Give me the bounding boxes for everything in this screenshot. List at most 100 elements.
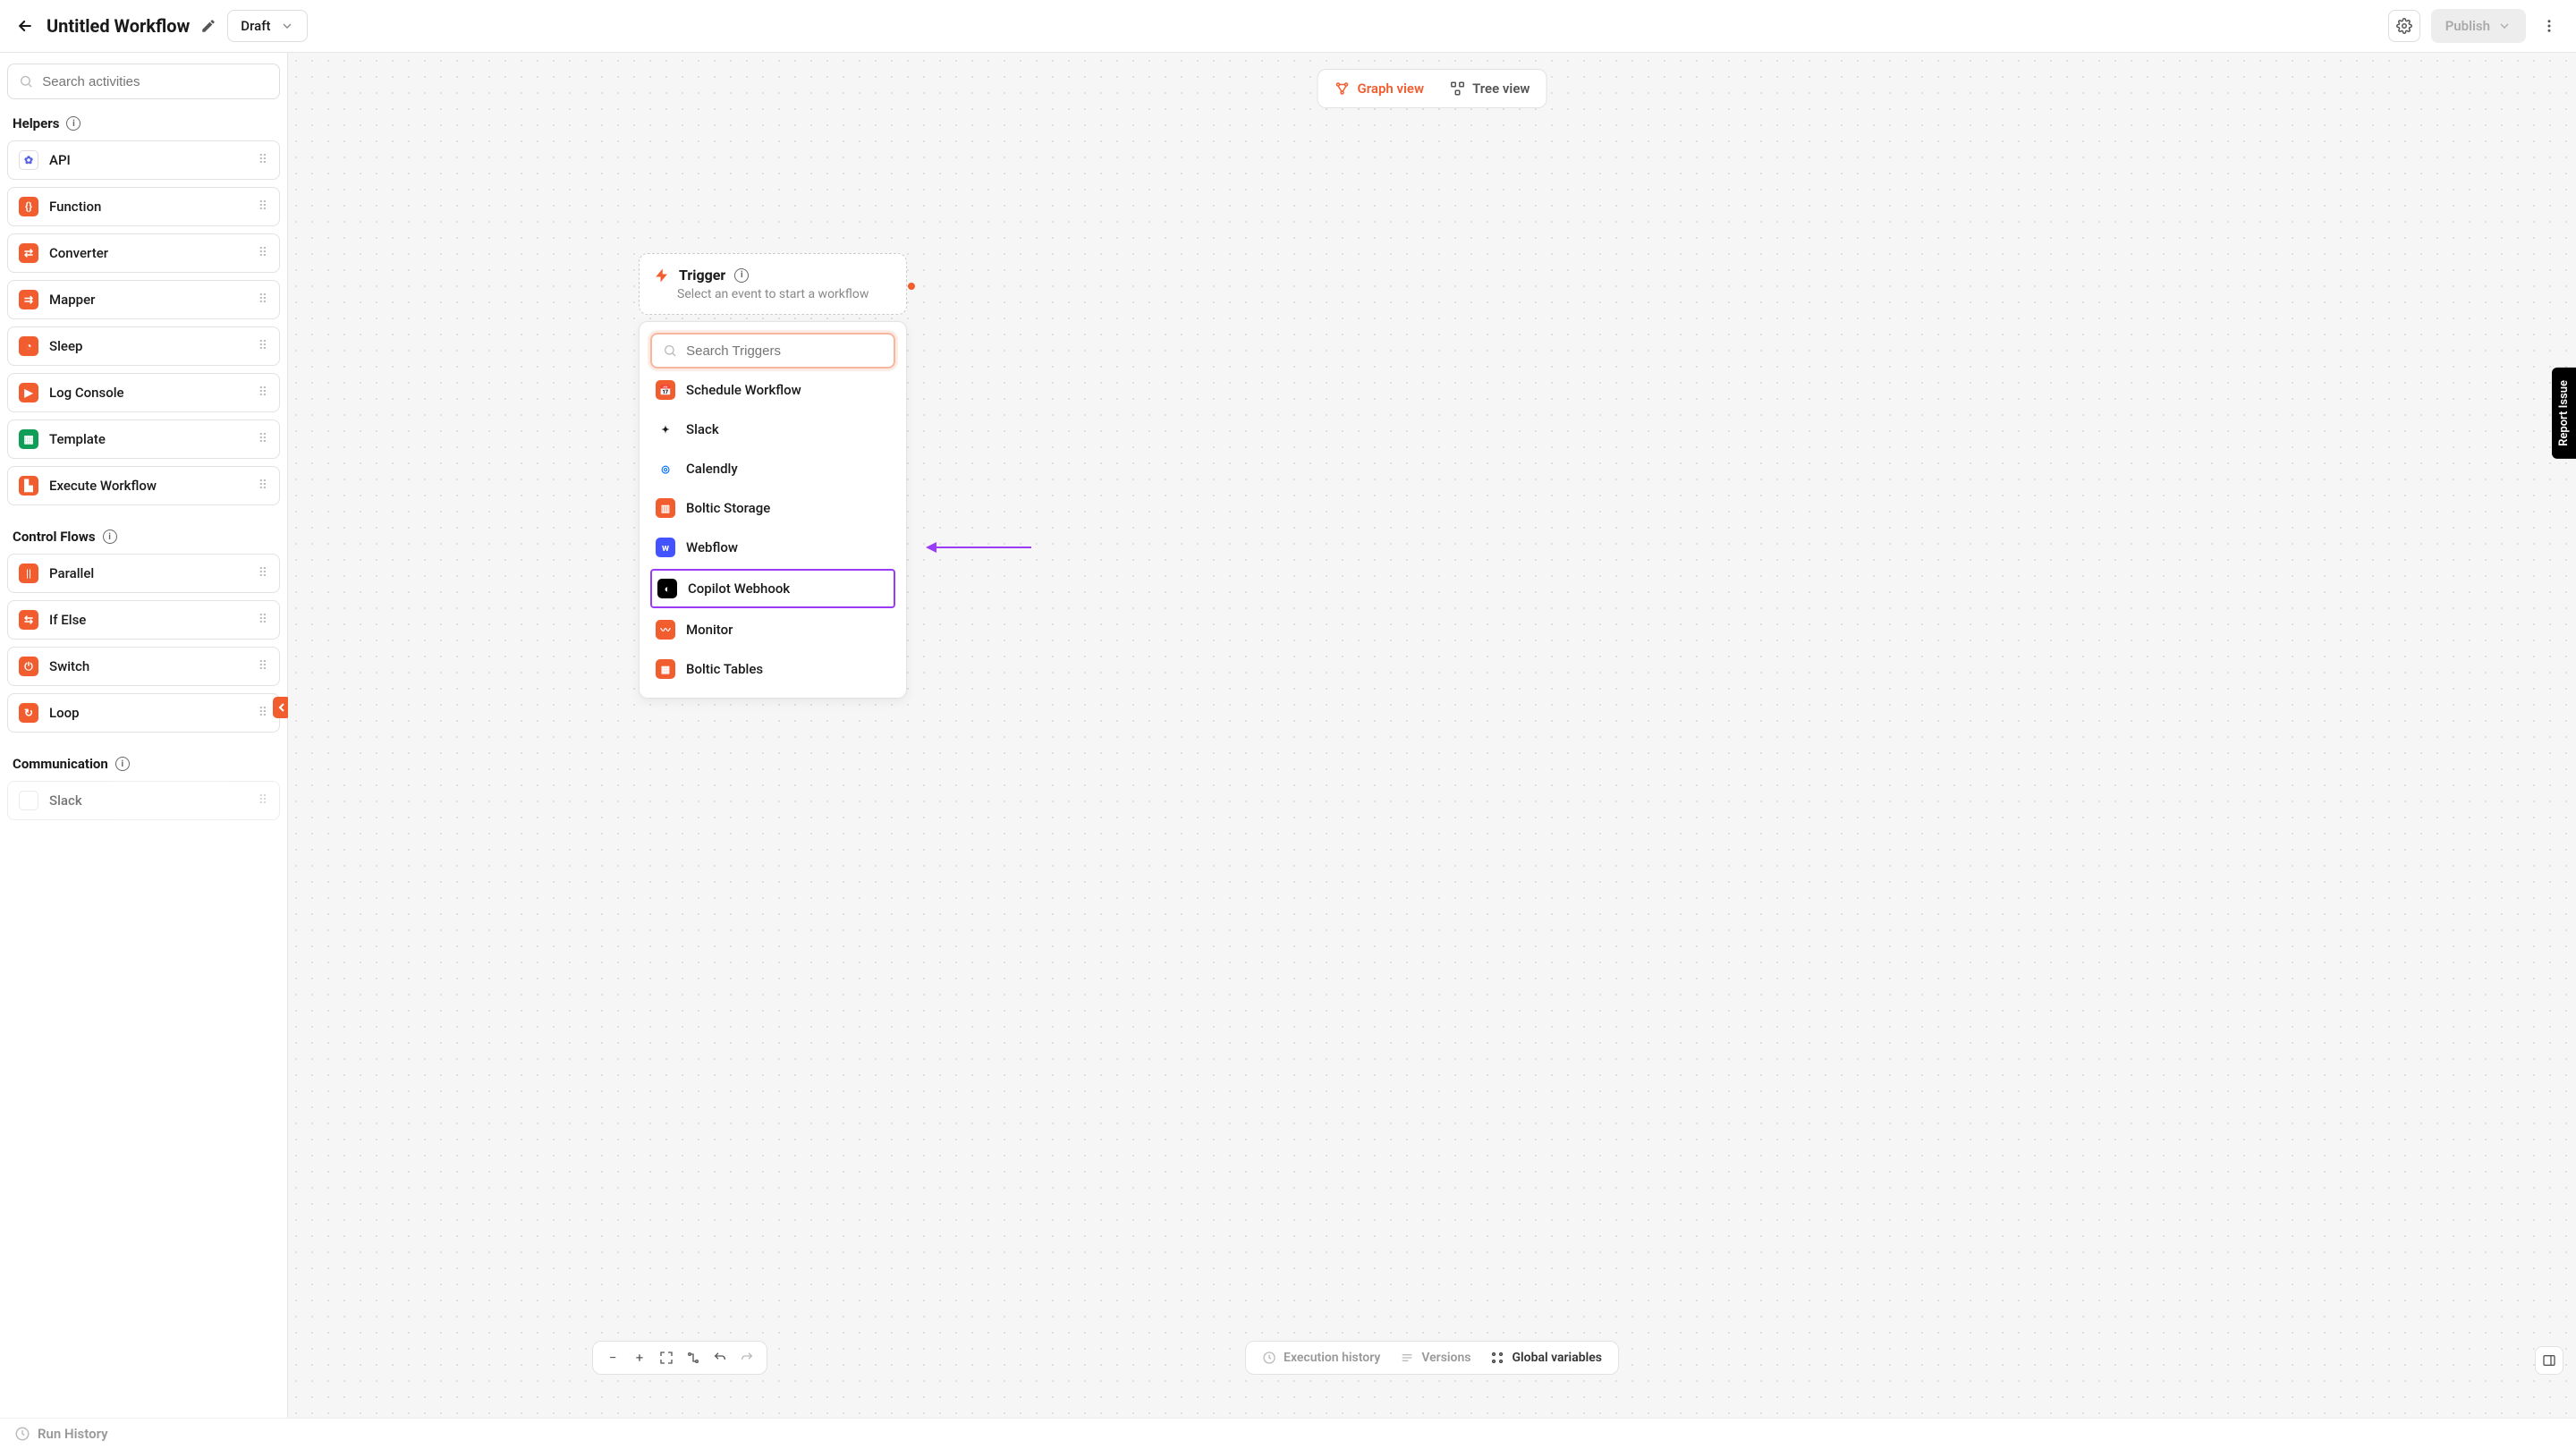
publish-label: Publish xyxy=(2445,18,2490,34)
run-history-button[interactable]: Run History xyxy=(38,1426,108,1442)
drag-handle-icon[interactable]: ⠿ xyxy=(258,339,268,353)
edit-title-button[interactable] xyxy=(200,18,216,34)
activity-mapper[interactable]: ⇉ Mapper ⠿ xyxy=(7,280,280,319)
global-variables-button[interactable]: Global variables xyxy=(1490,1351,1601,1365)
versions-icon xyxy=(1400,1351,1414,1365)
more-menu-button[interactable] xyxy=(2537,10,2562,42)
activity-converter[interactable]: ⇄ Converter ⠿ xyxy=(7,233,280,273)
view-toggle: Graph view Tree view xyxy=(1318,69,1547,108)
activity-switch[interactable]: ⏻ Switch ⠿ xyxy=(7,647,280,686)
converter-icon: ⇄ xyxy=(19,243,38,263)
drag-handle-icon[interactable]: ⠿ xyxy=(258,793,268,808)
section-control-flows-label: Control Flows xyxy=(13,529,96,545)
search-triggers-input[interactable] xyxy=(686,343,883,359)
info-icon[interactable]: i xyxy=(734,268,749,283)
template-icon: ▦ xyxy=(19,429,38,449)
activity-slack[interactable]: ✦ Slack ⠿ xyxy=(7,781,280,820)
layout-button[interactable] xyxy=(682,1347,704,1368)
activity-log-console[interactable]: ▶ Log Console ⠿ xyxy=(7,373,280,412)
monitor-icon: 〰 xyxy=(656,620,675,640)
activity-sleep[interactable]: ◔ Sleep ⠿ xyxy=(7,326,280,366)
footer: Run History xyxy=(0,1418,2576,1449)
loop-icon: ↻ xyxy=(19,703,38,723)
settings-button[interactable] xyxy=(2388,10,2420,42)
zoom-in-button[interactable]: + xyxy=(629,1347,650,1368)
trigger-option-calendly[interactable]: ◎ Calendly xyxy=(650,451,895,487)
trigger-picker-popup: 📅 Schedule Workflow ✦ Slack ◎ Calendly ▥… xyxy=(639,321,907,699)
info-icon[interactable]: i xyxy=(103,530,117,544)
drag-handle-icon[interactable]: ⠿ xyxy=(258,246,268,260)
drag-handle-icon[interactable]: ⠿ xyxy=(258,432,268,446)
trigger-option-schedule-workflow[interactable]: 📅 Schedule Workflow xyxy=(650,372,895,408)
expand-icon xyxy=(659,1351,674,1365)
drag-handle-icon[interactable]: ⠿ xyxy=(258,479,268,493)
trigger-option-slack[interactable]: ✦ Slack xyxy=(650,411,895,447)
status-dropdown[interactable]: Draft xyxy=(227,10,307,42)
trigger-option-boltic-storage[interactable]: ▥ Boltic Storage xyxy=(650,490,895,526)
execution-history-button[interactable]: Execution history xyxy=(1262,1351,1380,1365)
workflow-icon: ▙ xyxy=(19,476,38,496)
zoom-out-button[interactable]: − xyxy=(602,1347,623,1368)
trigger-option-webflow[interactable]: w Webflow xyxy=(650,530,895,565)
report-issue-button[interactable]: Report Issue xyxy=(2552,368,2576,459)
activity-function[interactable]: {} Function ⠿ xyxy=(7,187,280,226)
layout-icon xyxy=(686,1351,700,1365)
drag-handle-icon[interactable]: ⠿ xyxy=(258,199,268,214)
drag-handle-icon[interactable]: ⠿ xyxy=(258,613,268,627)
drag-handle-icon[interactable]: ⠿ xyxy=(258,706,268,720)
console-icon: ▶ xyxy=(19,383,38,402)
connection-dot-icon[interactable] xyxy=(908,283,915,290)
gear-icon xyxy=(2396,18,2412,34)
activity-template[interactable]: ▦ Template ⠿ xyxy=(7,419,280,459)
section-control-flows: Control Flows i xyxy=(7,513,280,554)
chevron-down-icon xyxy=(280,19,294,33)
search-activities-box[interactable] xyxy=(7,64,280,99)
section-helpers-label: Helpers xyxy=(13,115,59,131)
history-icon xyxy=(14,1426,30,1442)
bolt-icon xyxy=(654,267,670,284)
info-icon[interactable]: i xyxy=(115,757,130,771)
activity-execute-workflow[interactable]: ▙ Execute Workflow ⠿ xyxy=(7,466,280,505)
trigger-option-copilot-webhook[interactable]: ◐ Copilot Webhook xyxy=(650,569,895,608)
storage-icon: ▥ xyxy=(656,498,675,518)
drag-handle-icon[interactable]: ⠿ xyxy=(258,153,268,167)
trigger-subtitle: Select an event to start a workflow xyxy=(677,287,892,301)
drag-handle-icon[interactable]: ⠿ xyxy=(258,659,268,674)
side-panel-button[interactable] xyxy=(2535,1346,2563,1375)
versions-button[interactable]: Versions xyxy=(1400,1351,1470,1365)
trigger-node[interactable]: Trigger i Select an event to start a wor… xyxy=(639,253,907,315)
search-triggers-box[interactable] xyxy=(650,333,895,369)
undo-button[interactable] xyxy=(709,1347,731,1368)
redo-icon xyxy=(740,1351,754,1365)
trigger-option-boltic-tables[interactable]: ▦ Boltic Tables xyxy=(650,651,895,687)
search-activities-input[interactable] xyxy=(42,74,268,89)
panel-icon xyxy=(2542,1353,2556,1368)
tab-tree-view[interactable]: Tree view xyxy=(1436,73,1542,104)
activity-parallel[interactable]: || Parallel ⠿ xyxy=(7,554,280,593)
function-icon: {} xyxy=(19,197,38,216)
drag-handle-icon[interactable]: ⠿ xyxy=(258,292,268,307)
activity-if-else[interactable]: ⇆ If Else ⠿ xyxy=(7,600,280,640)
section-helpers: Helpers i xyxy=(7,99,280,140)
publish-button[interactable]: Publish xyxy=(2431,9,2526,43)
fit-view-button[interactable] xyxy=(656,1347,677,1368)
redo-button[interactable] xyxy=(736,1347,758,1368)
slack-icon: ✦ xyxy=(19,791,38,810)
search-icon xyxy=(663,343,677,359)
tab-graph-view[interactable]: Graph view xyxy=(1322,73,1437,104)
drag-handle-icon[interactable]: ⠿ xyxy=(258,386,268,400)
section-communication-label: Communication xyxy=(13,756,108,772)
tables-icon: ▦ xyxy=(656,659,675,679)
ifelse-icon: ⇆ xyxy=(19,610,38,630)
trigger-title: Trigger xyxy=(679,267,725,284)
back-button[interactable] xyxy=(14,15,36,37)
page-title: Untitled Workflow xyxy=(47,15,190,37)
trigger-option-monitor[interactable]: 〰 Monitor xyxy=(650,612,895,648)
activity-api[interactable]: ✿ API ⠿ xyxy=(7,140,280,180)
canvas[interactable]: Graph view Tree view Trigger i Select an… xyxy=(288,53,2576,1418)
kebab-icon xyxy=(2541,18,2557,34)
info-icon[interactable]: i xyxy=(66,116,80,131)
drag-handle-icon[interactable]: ⠿ xyxy=(258,566,268,580)
arrow-left-icon xyxy=(16,17,34,35)
activity-loop[interactable]: ↻ Loop ⠿ xyxy=(7,693,280,733)
